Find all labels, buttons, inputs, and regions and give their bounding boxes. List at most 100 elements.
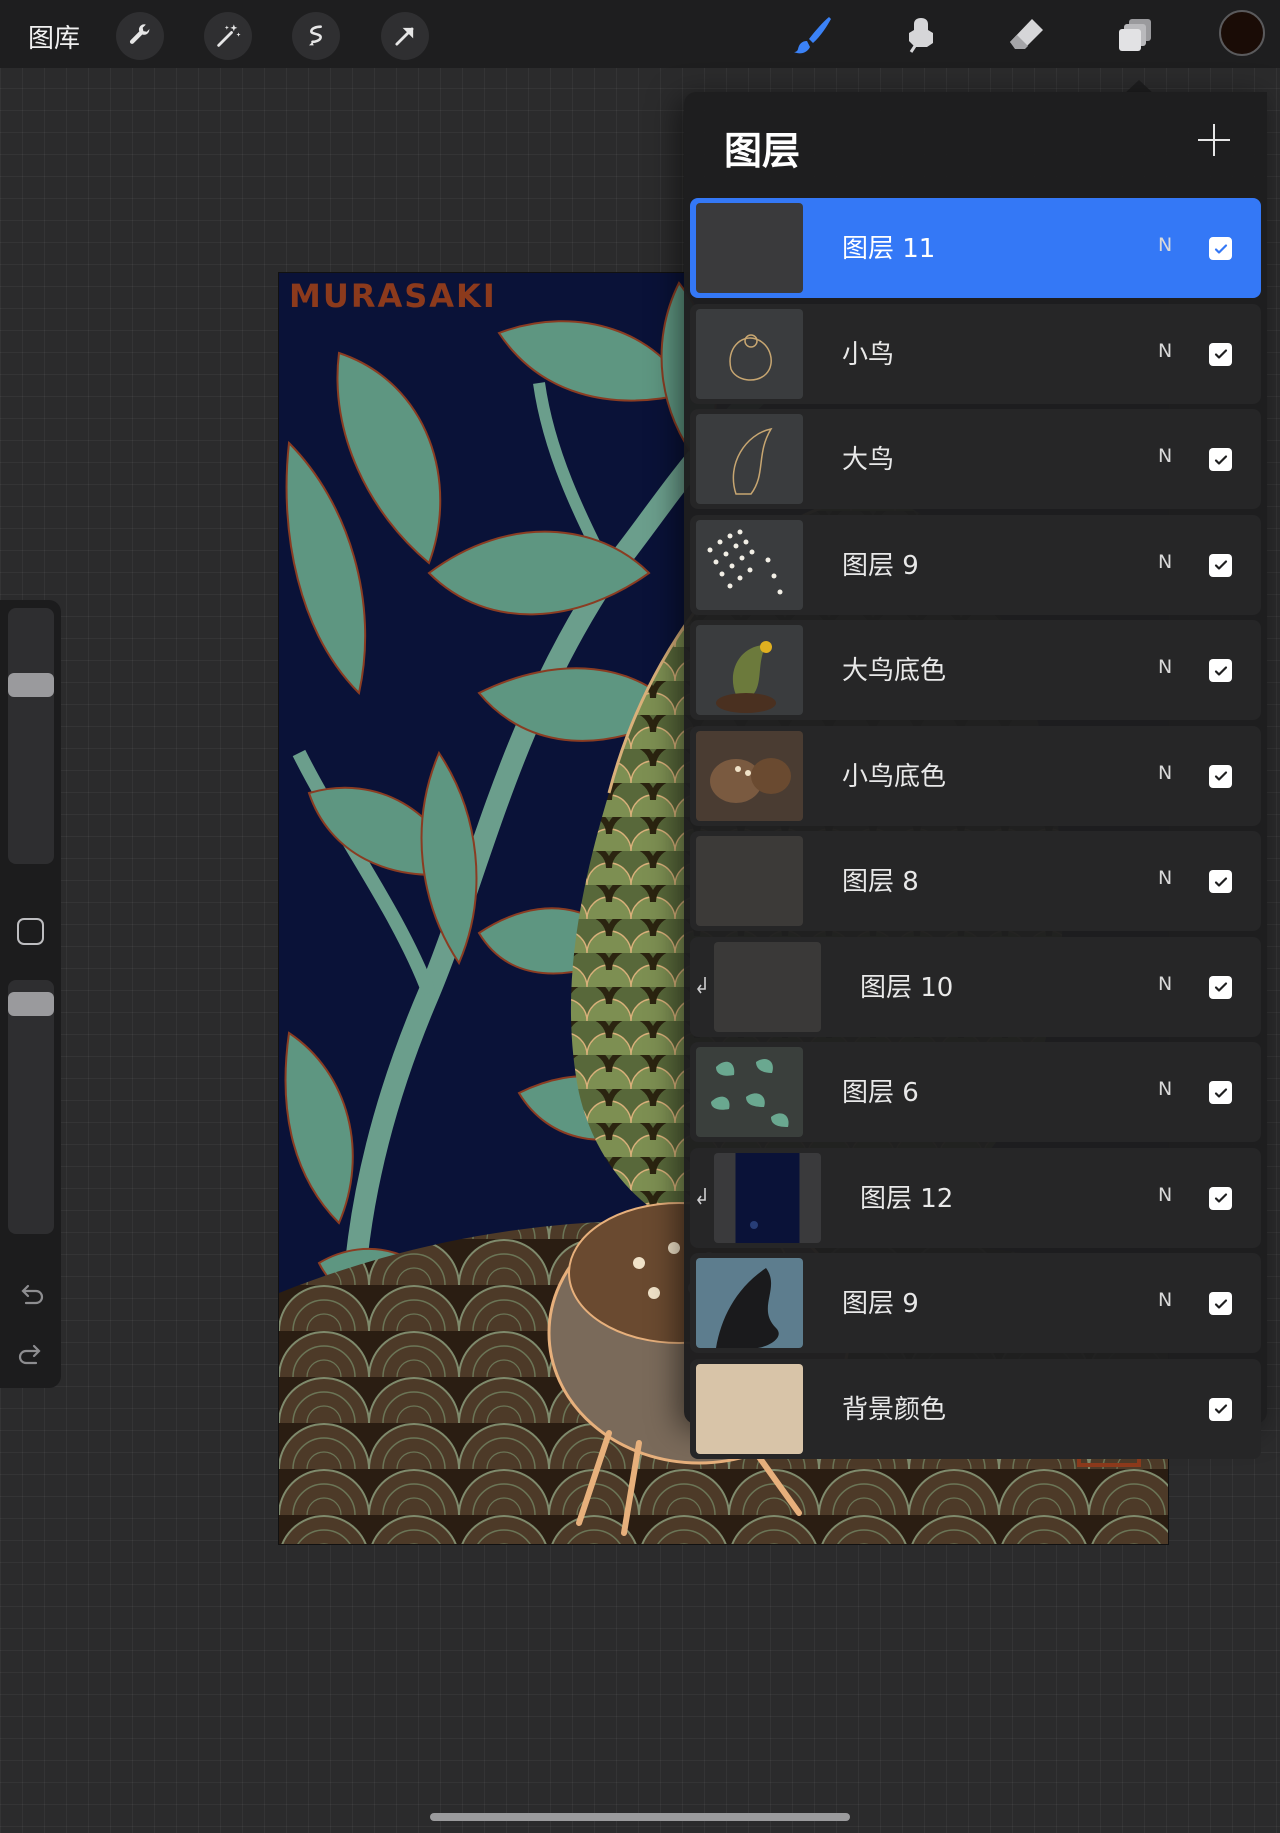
blend-mode-button[interactable]: N xyxy=(1158,973,1172,995)
layer-thumbnail[interactable] xyxy=(696,203,803,293)
layer-visibility-checkbox[interactable] xyxy=(1209,1186,1232,1210)
smudge-tool[interactable] xyxy=(896,10,946,60)
layer-row[interactable]: 图层 8 N xyxy=(690,831,1261,931)
checkmark-icon xyxy=(1214,1298,1227,1309)
blend-mode-button[interactable]: N xyxy=(1158,867,1172,889)
blend-mode-button[interactable]: N xyxy=(1158,1184,1172,1206)
layer-visibility-checkbox[interactable] xyxy=(1209,237,1232,260)
blend-mode-button[interactable]: N xyxy=(1158,762,1172,784)
layer-thumbnail[interactable] xyxy=(696,519,803,610)
layer-row[interactable]: 图层 9 N xyxy=(690,514,1261,615)
modify-button[interactable] xyxy=(17,918,44,945)
undo-icon[interactable] xyxy=(16,1280,46,1310)
blend-mode-button[interactable]: N xyxy=(1158,340,1172,362)
checkmark-icon xyxy=(1214,982,1227,992)
checkmark-icon xyxy=(1214,1193,1227,1203)
layer-name: 图层 10 xyxy=(860,972,954,1003)
layer-thumbnail[interactable] xyxy=(696,1258,803,1348)
layer-thumbnail[interactable] xyxy=(714,941,821,1032)
blend-mode-button[interactable]: N xyxy=(1158,1289,1172,1311)
layer-row[interactable]: 图层 10 N xyxy=(690,936,1261,1037)
blend-mode-button[interactable]: N xyxy=(1158,445,1172,467)
eraser-icon xyxy=(1010,19,1043,49)
layers-tool[interactable] xyxy=(1110,10,1160,60)
layer-visibility-checkbox[interactable] xyxy=(1209,870,1232,893)
layer-thumbnail[interactable] xyxy=(696,1363,803,1454)
layer-visibility-checkbox[interactable] xyxy=(1209,659,1232,682)
layer-name: 大鸟 xyxy=(842,445,895,475)
layer-name: 小鸟底色 xyxy=(842,761,947,792)
checkmark-icon xyxy=(1214,560,1227,570)
actions-button[interactable] xyxy=(116,12,164,60)
layer-row[interactable]: 小鸟底色 N xyxy=(690,725,1261,826)
layer-thumbnail[interactable] xyxy=(696,836,803,926)
panel-title: 图层 xyxy=(724,129,801,173)
blend-mode-button[interactable]: N xyxy=(1158,551,1172,573)
brush-tool[interactable] xyxy=(788,10,838,60)
wrench-icon xyxy=(129,24,150,44)
layer-name: 小鸟 xyxy=(842,339,895,370)
brush-icon xyxy=(794,17,831,54)
transform-button[interactable] xyxy=(381,12,429,60)
eraser-tool[interactable] xyxy=(1002,10,1052,60)
layer-name: 大鸟底色 xyxy=(842,656,947,686)
checkmark-icon xyxy=(1214,454,1227,465)
blend-mode-button[interactable]: N xyxy=(1158,656,1172,678)
checkmark-icon xyxy=(1214,665,1227,676)
gallery-button[interactable]: 图库 xyxy=(28,18,80,55)
layer-visibility-checkbox[interactable] xyxy=(1209,1292,1232,1315)
layer-row[interactable]: 小鸟 N xyxy=(690,303,1261,404)
layer-thumbnail[interactable] xyxy=(714,1152,821,1243)
add-layer-button[interactable] xyxy=(1198,124,1230,156)
opacity-thumb[interactable] xyxy=(8,991,54,1016)
clipping-mask-icon xyxy=(697,976,706,993)
checkmark-icon xyxy=(1214,1087,1227,1098)
layer-visibility-checkbox[interactable] xyxy=(1209,1397,1232,1421)
checkmark-icon xyxy=(1214,349,1227,359)
layer-thumbnail[interactable] xyxy=(696,625,803,715)
layer-name: 图层 12 xyxy=(860,1183,954,1214)
layer-row[interactable]: 图层 11 N xyxy=(690,198,1261,298)
layer-name: 图层 6 xyxy=(842,1078,919,1108)
layer-thumbnail[interactable] xyxy=(696,1047,803,1137)
blend-mode-button[interactable]: N xyxy=(1158,1078,1172,1100)
brush-size-slider[interactable] xyxy=(8,608,54,864)
layer-row[interactable]: 图层 6 N xyxy=(690,1042,1261,1142)
layer-name: 背景颜色 xyxy=(842,1394,947,1425)
layer-row[interactable]: 图层 9 N xyxy=(690,1253,1261,1353)
artist-watermark: MURASAKI xyxy=(289,277,497,315)
layers-icon xyxy=(1119,19,1151,51)
layer-visibility-checkbox[interactable] xyxy=(1209,975,1232,999)
layer-thumbnail[interactable] xyxy=(696,308,803,399)
transform-arrow-icon xyxy=(395,27,414,46)
layer-visibility-checkbox[interactable] xyxy=(1209,1081,1232,1104)
top-toolbar: 图库 xyxy=(0,0,1280,68)
selection-icon xyxy=(309,25,322,46)
clipping-mask-icon xyxy=(697,1187,706,1204)
layer-thumbnail[interactable] xyxy=(696,730,803,821)
layers-panel: 图层 图层 11 N 小鸟 N 大鸟 N 图层 9 N 大鸟底色 N 小鸟底色 N 图层 8 N 图层 10… xyxy=(684,92,1267,1459)
layer-thumbnail[interactable] xyxy=(696,414,803,504)
layer-visibility-checkbox[interactable] xyxy=(1209,342,1232,366)
layer-row[interactable]: 大鸟 N xyxy=(690,409,1261,509)
layer-visibility-checkbox[interactable] xyxy=(1209,764,1232,788)
home-indicator[interactable] xyxy=(430,1813,850,1821)
checkmark-icon xyxy=(1214,1404,1227,1414)
layer-visibility-checkbox[interactable] xyxy=(1209,448,1232,471)
redo-icon[interactable] xyxy=(16,1340,46,1370)
selection-button[interactable] xyxy=(292,12,340,60)
layer-row[interactable]: 大鸟底色 N xyxy=(690,620,1261,720)
blend-mode-button[interactable]: N xyxy=(1158,234,1172,256)
opacity-slider[interactable] xyxy=(8,980,54,1234)
layer-row[interactable]: 背景颜色 xyxy=(690,1358,1261,1459)
layer-name: 图层 9 xyxy=(842,1289,919,1319)
left-sidebar xyxy=(0,600,61,1388)
layer-row[interactable]: 图层 12 N xyxy=(690,1147,1261,1248)
brush-size-thumb[interactable] xyxy=(8,672,54,697)
layer-name: 图层 9 xyxy=(842,550,919,581)
layer-name: 图层 11 xyxy=(842,234,936,264)
adjustments-button[interactable] xyxy=(204,12,252,60)
layer-visibility-checkbox[interactable] xyxy=(1209,553,1232,577)
color-picker-button[interactable] xyxy=(1219,10,1265,56)
checkmark-icon xyxy=(1214,771,1227,781)
